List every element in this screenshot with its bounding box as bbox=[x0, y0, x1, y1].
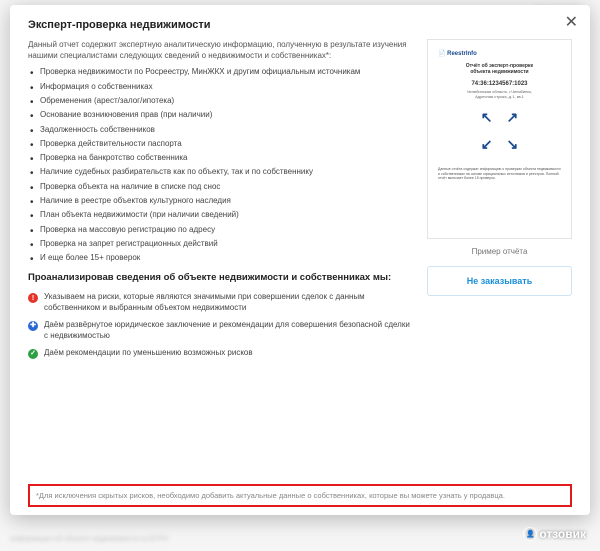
analysis-item: ✓ Даём рекомендации по уменьшению возмож… bbox=[28, 348, 413, 359]
check-item: План объекта недвижимости (при наличии с… bbox=[28, 210, 413, 221]
warning-icon: ! bbox=[28, 293, 38, 303]
footnote-highlight: *Для исключения скрытых рисков, необходи… bbox=[28, 484, 572, 507]
watermark: 👤 отзовик bbox=[523, 527, 586, 541]
check-item: Информация о собственниках bbox=[28, 82, 413, 93]
expand-arrows-icon: ↖↗↙↘ bbox=[481, 109, 518, 153]
analysis-subtitle: Проанализировав сведения об объекте недв… bbox=[28, 272, 413, 284]
check-item: Проверка недвижимости по Росреестру, Мин… bbox=[28, 67, 413, 78]
check-item: Обременения (арест/залог/ипотека) bbox=[28, 96, 413, 107]
check-item: Проверка на запрет регистрационных дейст… bbox=[28, 239, 413, 250]
analysis-item: ✚ Даём развёрнутое юридическое заключени… bbox=[28, 320, 413, 342]
modal-right-column: 📄 ReestrInfo Отчёт об эксперт-проверке о… bbox=[427, 39, 572, 365]
check-item: Проверка объекта на наличие в списке под… bbox=[28, 182, 413, 193]
watermark-icon: 👤 bbox=[523, 527, 537, 541]
analysis-text: Даём рекомендации по уменьшению возможны… bbox=[44, 348, 253, 359]
analysis-text: Даём развёрнутое юридическое заключение … bbox=[44, 320, 413, 342]
modal-left-column: Данный отчет содержит экспертную аналити… bbox=[28, 39, 413, 365]
check-icon: ✓ bbox=[28, 349, 38, 359]
plus-icon: ✚ bbox=[28, 321, 38, 331]
check-item: Проверка на банкротство собственника bbox=[28, 153, 413, 164]
check-item: Наличие судебных разбирательств как по о… bbox=[28, 167, 413, 178]
check-item: Основание возникновения прав (при наличи… bbox=[28, 110, 413, 121]
analysis-item: ! Указываем на риски, которые являются з… bbox=[28, 292, 413, 314]
analysis-text: Указываем на риски, которые являются зна… bbox=[44, 292, 413, 314]
check-item: Задолженность собственников bbox=[28, 125, 413, 136]
modal-title: Эксперт-проверка недвижимости bbox=[28, 19, 572, 31]
decline-button[interactable]: Не заказывать bbox=[427, 266, 572, 296]
report-preview: 📄 ReestrInfo Отчёт об эксперт-проверке о… bbox=[427, 39, 572, 239]
check-item: Наличие в реестре объектов культурного н… bbox=[28, 196, 413, 207]
close-icon[interactable]: ✕ bbox=[565, 15, 578, 31]
checks-list: Проверка недвижимости по Росреестру, Мин… bbox=[28, 67, 413, 264]
footnote-text: *Для исключения скрытых рисков, необходи… bbox=[36, 491, 505, 500]
intro-text: Данный отчет содержит экспертную аналити… bbox=[28, 39, 413, 61]
check-item: Проверка действительности паспорта bbox=[28, 139, 413, 150]
preview-kadnum: 74:36:1234567:1023 bbox=[471, 81, 527, 87]
preview-logo: 📄 ReestrInfo bbox=[438, 50, 477, 57]
expert-check-modal: ✕ Эксперт-проверка недвижимости Данный о… bbox=[10, 5, 590, 515]
preview-title: Отчёт об эксперт-проверке объекта недвиж… bbox=[466, 63, 534, 75]
check-item: И еще более 15+ проверок bbox=[28, 253, 413, 264]
preview-caption: Пример отчёта bbox=[427, 247, 572, 256]
preview-address: Челябинская область, г.Челябинск, Адресн… bbox=[467, 89, 532, 99]
check-item: Проверка на массовую регистрацию по адре… bbox=[28, 225, 413, 236]
